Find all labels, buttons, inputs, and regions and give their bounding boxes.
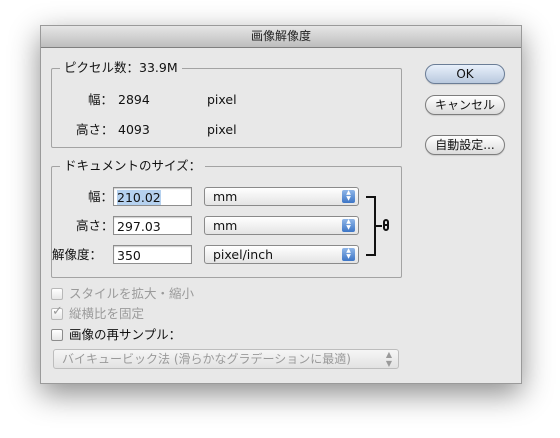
pixel-width-unit: pixel	[207, 92, 237, 107]
stepper-arrows-icon: ▲ ▼	[342, 219, 355, 232]
scale-styles-label: スタイルを拡大・縮小	[69, 286, 195, 301]
select-arrows-icon: ▲ ▼	[385, 350, 392, 368]
pixel-height-value: 4093	[118, 122, 150, 137]
pixel-height-label: 高さ：	[76, 122, 114, 137]
doc-width-unit: mm	[213, 189, 238, 204]
pixel-height-unit: pixel	[207, 122, 237, 137]
constrain-bracket-tick	[374, 225, 382, 227]
doc-height-unit: mm	[213, 218, 238, 233]
resolution-value: 350	[117, 248, 141, 263]
cancel-button[interactable]: キャンセル	[425, 95, 505, 115]
doc-width-unit-select[interactable]: mm ▲ ▼	[204, 187, 359, 206]
constrain-proportions-checkbox[interactable]: ✓	[51, 304, 63, 320]
image-size-dialog: 画像解像度 ピクセル数：33.9M 幅： 2894 pixel 高さ： 4093…	[40, 25, 522, 384]
resolution-unit-select[interactable]: pixel/inch ▲ ▼	[204, 245, 359, 264]
document-size-group: ドキュメントのサイズ： 幅： 210.02 mm ▲ ▼ 高さ： 297.03 m…	[51, 158, 402, 278]
resolution-field[interactable]: 350	[113, 245, 192, 264]
pixel-dimensions-legend: ピクセル数：33.9M	[60, 60, 182, 76]
doc-height-label: 高さ：	[76, 218, 114, 233]
stepper-arrows-icon: ▲ ▼	[342, 248, 355, 261]
document-size-legend: ドキュメントのサイズ：	[60, 158, 206, 174]
doc-width-label: 幅：	[88, 189, 114, 204]
scale-styles-checkbox[interactable]	[51, 288, 63, 300]
doc-width-field[interactable]: 210.02	[113, 187, 192, 206]
resample-checkbox[interactable]	[51, 329, 63, 341]
stepper-arrows-icon: ▲ ▼	[342, 190, 355, 203]
doc-height-value: 297.03	[117, 219, 161, 234]
resolution-label: 解像度：	[52, 247, 103, 262]
dialog-title: 画像解像度	[41, 26, 521, 48]
doc-height-field[interactable]: 297.03	[113, 216, 192, 235]
resample-label: 画像の再サンプル：	[69, 327, 182, 342]
checkmark-icon: ✓	[52, 304, 63, 319]
resolution-unit: pixel/inch	[213, 247, 273, 262]
doc-width-value: 210.02	[117, 190, 161, 205]
resample-method-select[interactable]: バイキュービック法 (滑らかなグラデーションに最適) ▲ ▼	[53, 349, 399, 369]
pixel-dimensions-group: ピクセル数：33.9M 幅： 2894 pixel 高さ： 4093 pixel	[51, 60, 402, 148]
ok-button[interactable]: OK	[425, 64, 505, 84]
resample-method-value: バイキュービック法 (滑らかなグラデーションに最適)	[62, 352, 351, 366]
pixel-width-label: 幅：	[88, 92, 114, 107]
auto-button[interactable]: 自動設定...	[425, 135, 505, 155]
constrain-proportions-label: 縦横比を固定	[69, 306, 145, 321]
pixel-width-value: 2894	[118, 92, 150, 107]
chain-link-icon	[383, 219, 389, 231]
doc-height-unit-select[interactable]: mm ▲ ▼	[204, 216, 359, 235]
